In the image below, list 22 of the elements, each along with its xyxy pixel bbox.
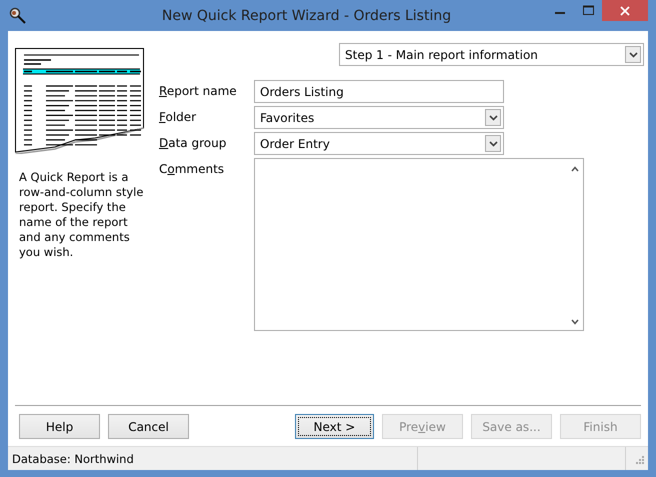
maximize-icon — [582, 5, 594, 15]
description-text: A Quick Report is a row-and-column style report. Specify the name of the report and any comments you wish. — [19, 170, 144, 260]
magnifier-icon — [9, 6, 27, 24]
field-label: Data group — [158, 135, 228, 150]
step-dropdown[interactable]: Step 1 - Main report information — [339, 43, 644, 66]
status-text: Database: Northwind — [11, 452, 135, 466]
close-icon — [620, 6, 630, 16]
scroll-down-icon[interactable] — [570, 319, 578, 325]
field-label: Folder — [158, 109, 198, 124]
close-button[interactable] — [602, 0, 648, 21]
dropdown[interactable]: Order Entry — [254, 132, 504, 155]
dialog-button[interactable]: Help — [19, 414, 100, 439]
dropdown[interactable]: Favorites — [254, 106, 504, 129]
comments-field[interactable] — [254, 158, 584, 331]
minimize-icon — [555, 12, 565, 14]
dialog-button[interactable]: Cancel — [108, 414, 190, 439]
wizard-button[interactable]: Next > — [294, 414, 374, 439]
field-label: Report name — [158, 83, 238, 98]
scroll-up-icon[interactable] — [570, 166, 578, 172]
text-field[interactable]: Orders Listing — [254, 80, 504, 103]
window-title: New Quick Report Wizard - Orders Listing — [160, 8, 452, 24]
field-label: Comments — [158, 161, 226, 176]
